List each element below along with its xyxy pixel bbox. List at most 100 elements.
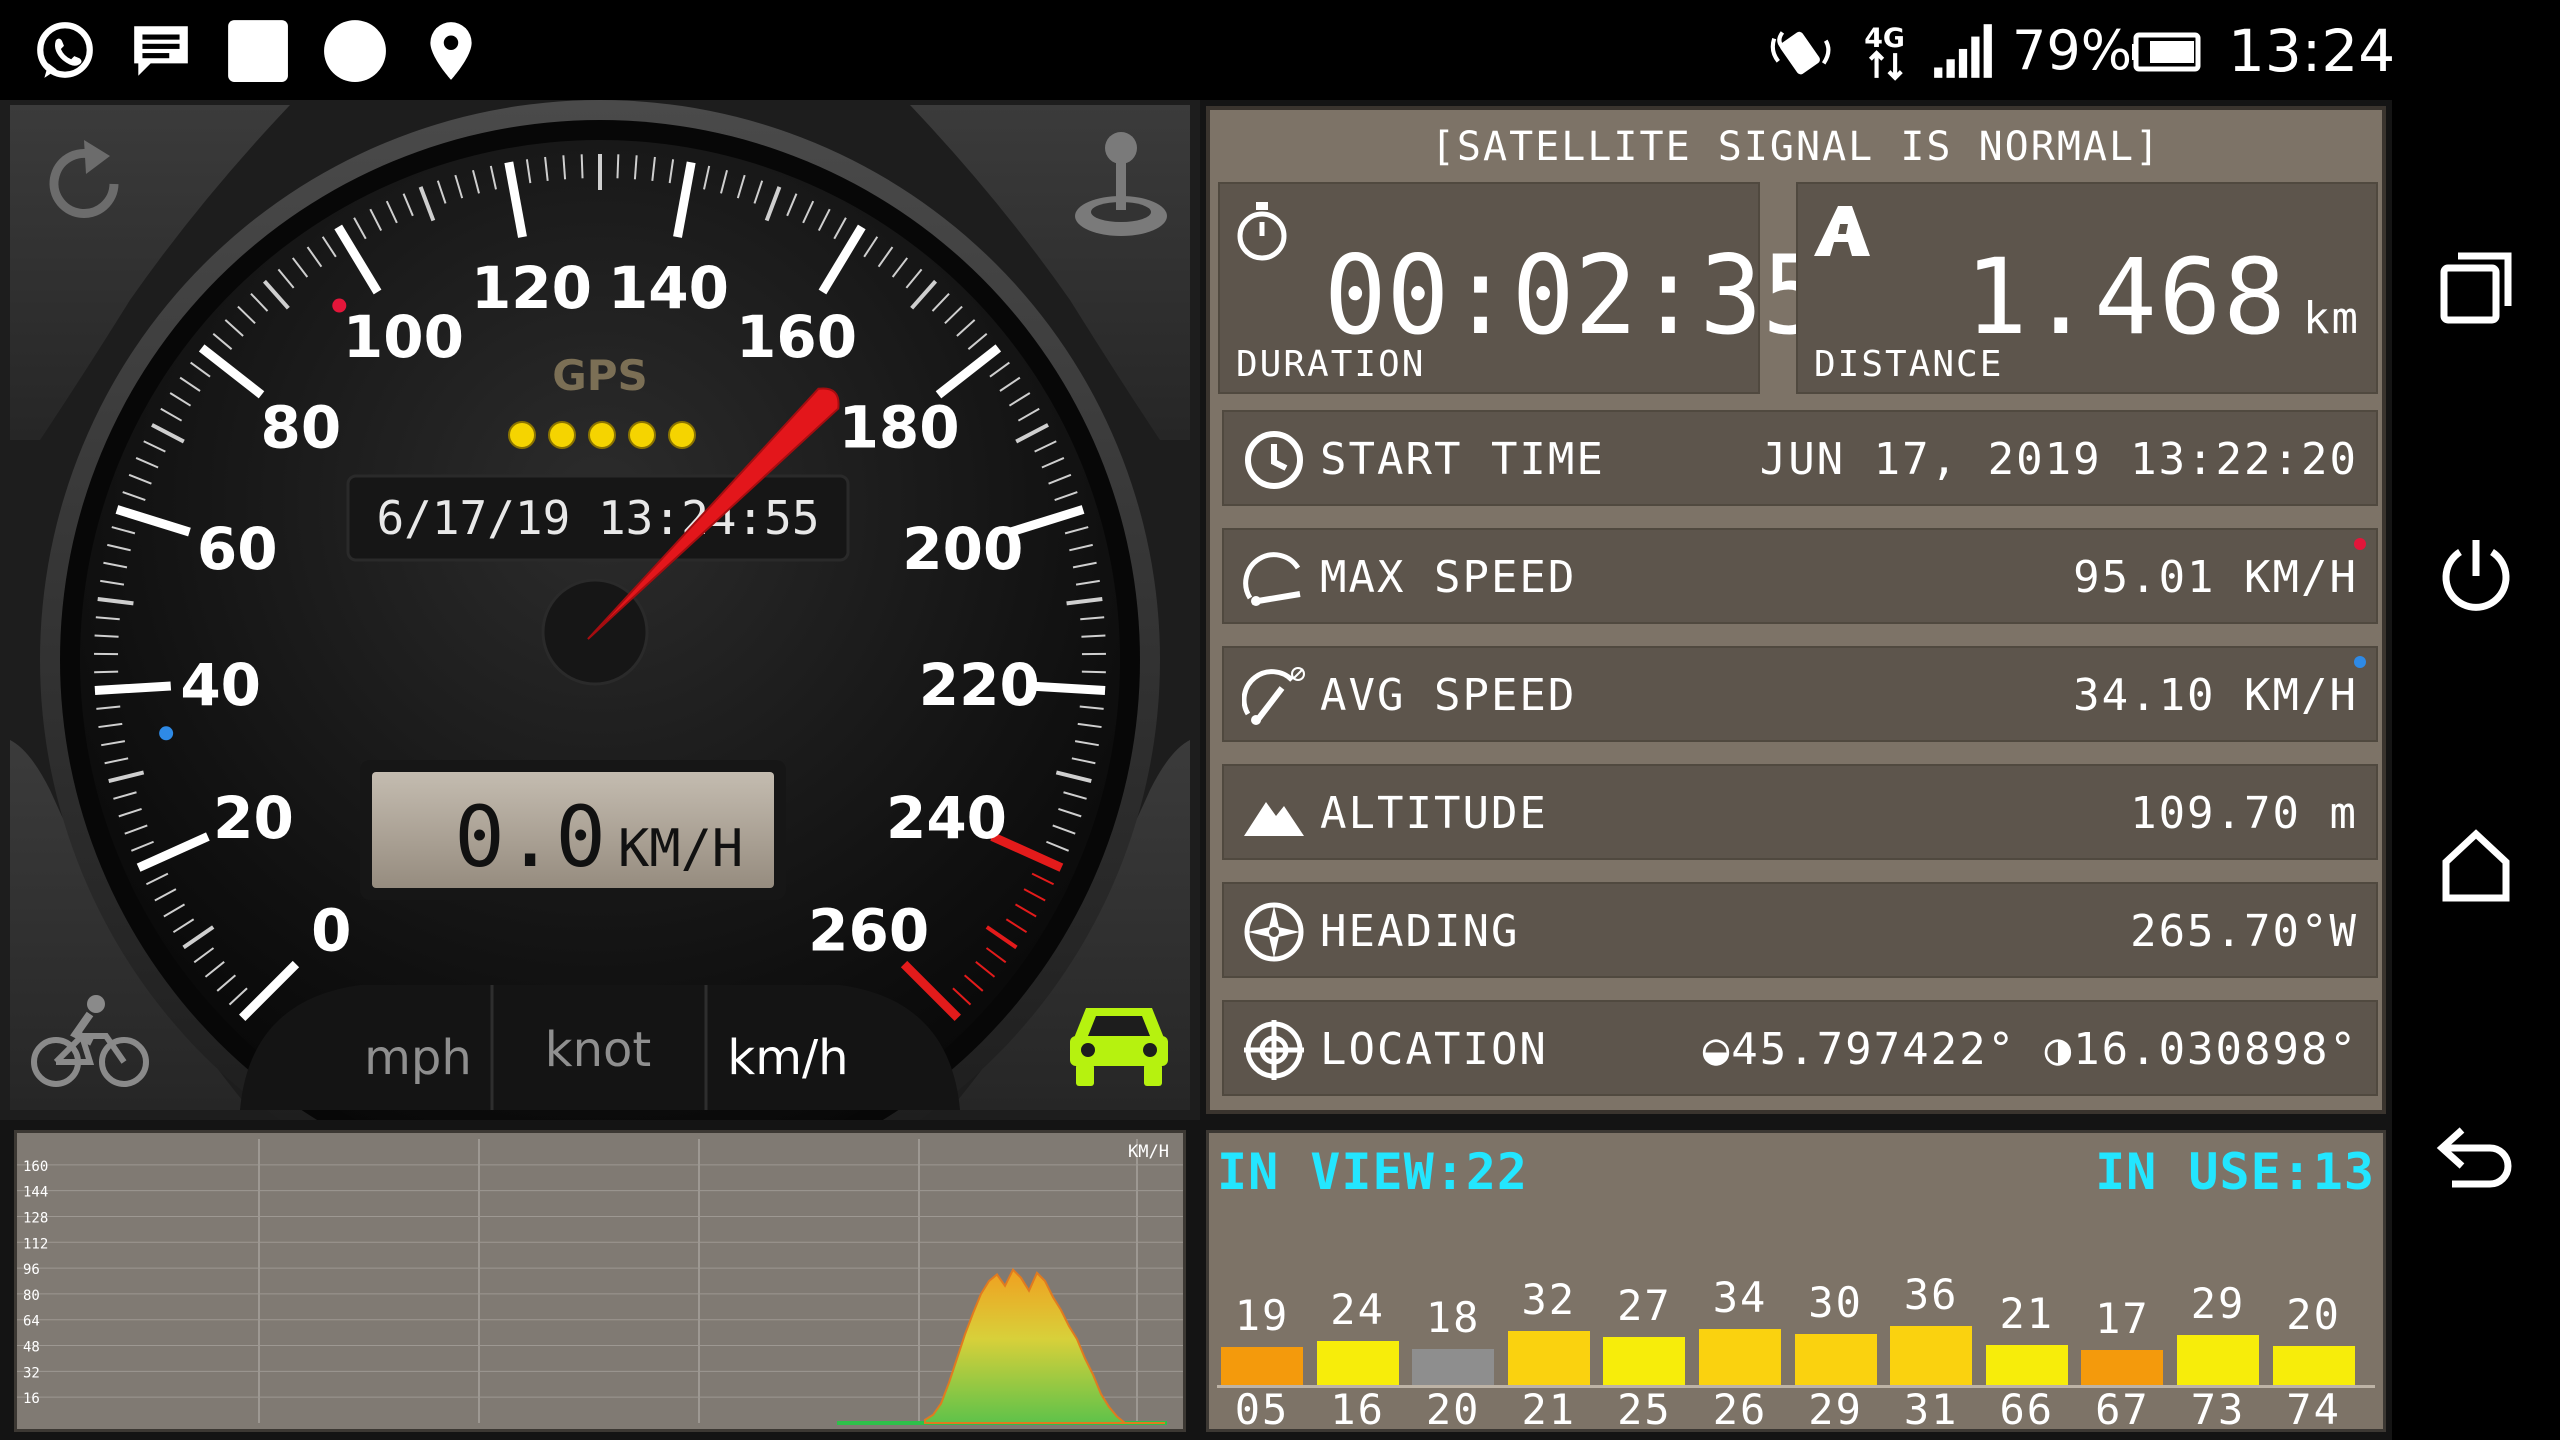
satellite-baseline [1217,1385,2375,1388]
gps-signal-dot [668,421,696,449]
reset-icon[interactable] [36,134,136,234]
satellite-bar [1603,1337,1686,1385]
max-speed-marker [332,298,347,313]
gauge-tick-label: 160 [736,303,857,371]
speedometer-max-icon [1243,552,1301,606]
gauge-minor-tick [580,154,584,179]
location-row: LOCATION ◒45.797422° ◑16.030898° [1222,1000,2378,1096]
satellite-bar [1699,1328,1781,1385]
satellite-bar [2272,1346,2355,1385]
satellite-snr: 20 [2286,1290,2341,1339]
satellite-snr: 21 [1999,1288,2055,1338]
gauge-tick-label: 200 [902,515,1023,583]
recents-icon[interactable] [2432,244,2520,332]
max-speed-indicator-dot [2354,538,2366,550]
trip-info-panel: [SATELLITE SIGNAL IS NORMAL] 00:02:35 DU… [1200,100,2392,1120]
avg-speed-indicator-dot [2354,656,2366,668]
satellite-id: 16 [1330,1385,1385,1434]
satellite-id: 31 [1903,1385,1959,1434]
unit-mph-button[interactable]: mph [364,1030,472,1086]
history-y-labels: 160 144 128 112 96 80 64 48 32 16 [23,1159,48,1407]
satellite-id: 05 [1234,1385,1290,1434]
gauge-minor-tick [1081,670,1106,674]
gps-signal-dot [588,421,616,449]
satellite-id: 29 [1808,1385,1863,1434]
history-y-label: 16 [23,1391,40,1407]
compass-icon [1244,902,1304,962]
history-y-label: 160 [23,1159,48,1175]
gauge-major-tick [94,681,172,696]
max-speed-row: MAX SPEED 95.01 KM/H [1222,528,2378,624]
gauge-tick-label: 180 [839,394,960,462]
gauge-tick-label: 100 [343,303,464,371]
location-value: ◒45.797422° ◑16.030898° [1702,1024,2358,1075]
unit-kmh-button[interactable]: km/h [727,1030,848,1086]
satellite-snr: 34 [1712,1272,1768,1322]
whatsapp-icon [37,22,93,78]
satellite-id: 26 [1712,1385,1768,1434]
datetime-display: 6/17/19 13:24:55 [376,491,819,545]
clock-time: 13:24 [2228,17,2396,85]
history-y-label: 128 [23,1210,48,1226]
satellite-bar [1412,1348,1495,1385]
circle-notification-icon [324,20,386,82]
altitude-row: ALTITUDE 109.70 m [1222,764,2378,860]
car-mode-icon[interactable] [1068,998,1170,1088]
satellite-status: [SATELLITE SIGNAL IS NORMAL] [1430,124,2162,170]
avg-speed-marker [159,726,174,741]
bicycle-mode-icon[interactable] [30,990,150,1090]
altitude-label: ALTITUDE [1320,788,1548,839]
heading-label: HEADING [1320,906,1520,957]
joystick-icon[interactable] [1066,124,1176,244]
crosshair-icon [1244,1020,1304,1080]
back-icon[interactable] [2432,1108,2520,1196]
distance-tile: 1.468 km DISTANCE [1796,182,2378,394]
history-y-label: 144 [23,1185,48,1201]
satellite-bar [1316,1341,1399,1385]
gauge-tick-label: 140 [608,254,729,322]
heading-value: 265.70°W [2130,906,2358,957]
history-y-label: 96 [23,1262,40,1278]
history-y-label: 80 [23,1288,40,1304]
message-icon [134,26,188,76]
battery-percent: 79% [2012,19,2133,82]
history-unit: KM/H [1128,1142,1169,1162]
satellite-bar [1985,1344,2068,1385]
altitude-value: 109.70 m [2130,788,2358,839]
avg-speed-value: 34.10 KM/H [2073,670,2358,721]
satellite-panel: IN VIEW:22 IN USE:13 19 05 24 16 18 20 32 21 27 2… [1200,1120,2392,1440]
power-icon[interactable] [2432,532,2520,620]
signal-icon [1934,24,1992,78]
location-label: LOCATION [1320,1024,1548,1075]
satellite-snr: 30 [1808,1277,1863,1327]
speed-value: 0.0 [454,788,606,886]
distance-value: 1.468 [1964,236,2288,358]
navigation-bar [2392,0,2560,1440]
distance-unit: km [2303,293,2360,344]
heading-row: HEADING 265.70°W [1222,882,2378,978]
speedometer-gauge: 020 40 60 80100120 140160 180 200 220 240 260 GPS… [10,100,1190,1120]
satellite-snr: 18 [1425,1292,1481,1342]
satellite-snr: 36 [1903,1270,1959,1319]
history-y-label: 32 [23,1365,40,1381]
status-bar: 4G 79% 13:24 [0,0,2396,100]
mountain-icon [1244,802,1304,836]
satellite-bar [2177,1334,2259,1385]
speed-history-panel: 160 144 128 112 96 80 64 48 32 16 KM/H [0,1120,1200,1440]
duration-tile: 00:02:35 DURATION [1218,182,1825,394]
satellite-id: 25 [1617,1385,1672,1434]
gauge-tick-label: 60 [197,515,278,583]
avg-speed-label: AVG SPEED [1320,670,1577,721]
unit-knot-button[interactable]: knot [545,1022,651,1078]
stopwatch-icon [1237,202,1287,261]
satellites-in-view: IN VIEW:22 [1217,1143,1529,1201]
history-area [924,1268,1165,1424]
satellite-snr: 19 [1234,1291,1290,1341]
battery-icon [2132,32,2201,72]
gauge-tick-label: 240 [886,784,1007,852]
gauge-tick-label: 20 [213,784,294,852]
gauge-minor-tick [94,634,119,638]
home-icon[interactable] [2432,820,2520,908]
speedometer-avg-icon [1242,667,1305,725]
gauge-tick-label: 120 [471,254,592,322]
